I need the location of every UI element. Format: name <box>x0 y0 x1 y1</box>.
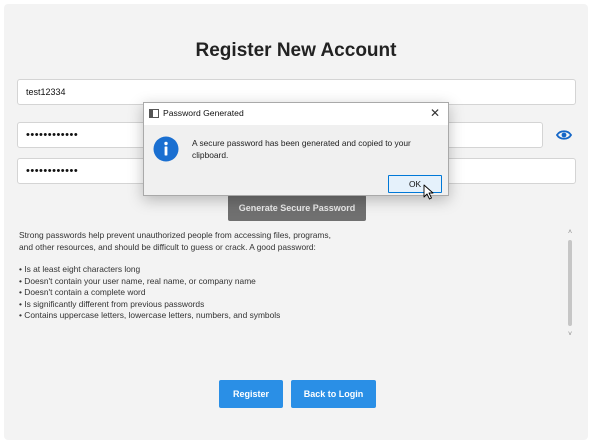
password-generated-dialog: Password Generated ✕ A secure password h… <box>143 102 449 196</box>
page-title: Register New Account <box>195 40 397 61</box>
list-item: Is at least eight characters long <box>19 264 339 276</box>
eye-icon[interactable] <box>556 128 572 142</box>
list-item: Contains uppercase letters, lowercase le… <box>19 310 339 322</box>
app-window-icon <box>149 109 159 118</box>
register-button[interactable]: Register <box>219 380 283 408</box>
dialog-titlebar[interactable]: Password Generated ✕ <box>144 103 448 125</box>
guidelines-scrollbar[interactable]: ˄ ˅ <box>565 228 575 340</box>
list-item: Doesn't contain a complete word <box>19 287 339 299</box>
register-window: Register New Account test12334 •••••••••… <box>4 4 588 440</box>
mouse-cursor-icon <box>423 184 434 200</box>
dialog-title: Password Generated <box>163 108 244 118</box>
password-guidelines: Strong passwords help prevent unauthoriz… <box>19 230 339 322</box>
scroll-up-icon[interactable]: ˄ <box>565 228 575 238</box>
dialog-body: A secure password has been generated and… <box>144 125 448 195</box>
generate-password-button[interactable]: Generate Secure Password <box>228 195 366 221</box>
info-icon <box>153 136 179 162</box>
dialog-message: A secure password has been generated and… <box>192 138 411 160</box>
guidelines-intro: Strong passwords help prevent unauthoriz… <box>19 230 331 252</box>
list-item: Is significantly different from previous… <box>19 299 339 311</box>
scroll-down-icon[interactable]: ˅ <box>565 330 575 340</box>
list-item: Doesn't contain your user name, real nam… <box>19 276 339 288</box>
scroll-thumb[interactable] <box>568 240 572 326</box>
back-to-login-button[interactable]: Back to Login <box>291 380 376 408</box>
guidelines-list: Is at least eight characters long Doesn'… <box>19 264 339 322</box>
close-icon[interactable]: ✕ <box>428 105 442 121</box>
